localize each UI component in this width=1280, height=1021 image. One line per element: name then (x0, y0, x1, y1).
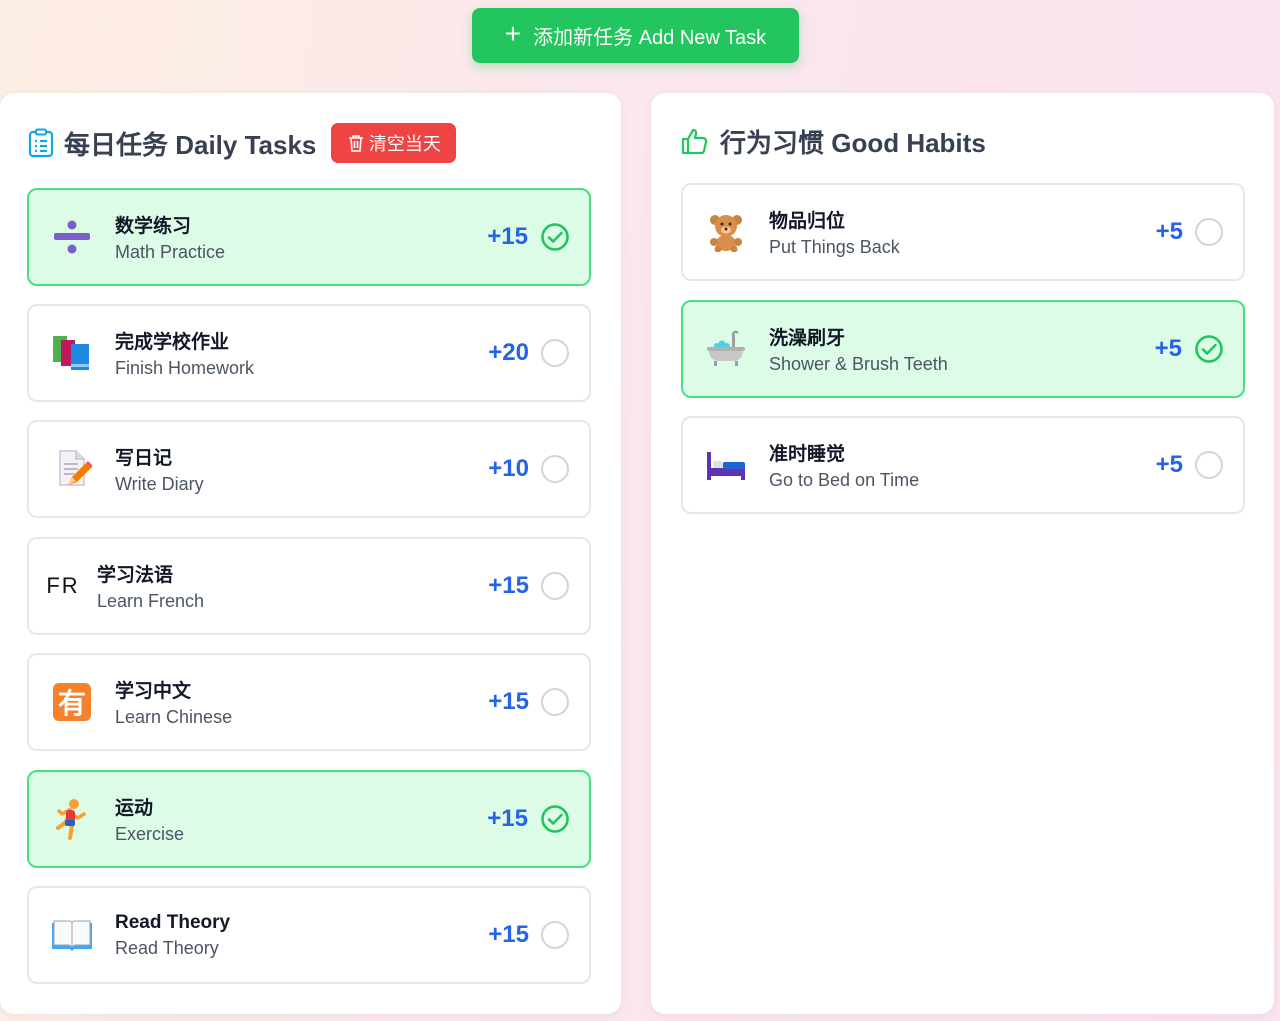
you-character-text: 有 (57, 687, 86, 720)
runner-icon (29, 798, 115, 840)
task-card-finish-homework[interactable]: 完成学校作业 Finish Homework +20 (27, 304, 591, 402)
task-points: +15 (488, 921, 529, 948)
task-points: +15 (488, 572, 529, 599)
add-new-task-label: 添加新任务 Add New Task (533, 27, 767, 49)
check-circle-icon[interactable] (1194, 334, 1224, 364)
empty-circle-icon[interactable] (541, 572, 569, 600)
daily-tasks-panel: 每日任务 Daily Tasks 清空当天 数学练习 Math Practice… (0, 93, 621, 1014)
fr-icon-text: FR (46, 573, 80, 598)
memo-icon (29, 447, 115, 491)
bathtub-icon (683, 329, 769, 369)
divide-icon (29, 217, 115, 257)
task-title-cn: 运动 (115, 798, 154, 819)
empty-circle-icon[interactable] (541, 339, 569, 367)
task-points: +15 (487, 223, 528, 250)
books-icon (29, 334, 115, 372)
teddy-bear-icon (683, 212, 769, 252)
habit-title-cn: 物品归位 (769, 211, 846, 232)
habit-card-shower-brush-teeth[interactable]: 洗澡刷牙 Shower & Brush Teeth +5 (681, 300, 1245, 398)
habit-points: +5 (1155, 451, 1183, 478)
empty-circle-icon[interactable] (1195, 451, 1223, 479)
task-title-en: Write Diary (115, 474, 204, 494)
good-habits-title: 行为习惯 Good Habits (720, 127, 986, 158)
task-title-en: Read Theory (115, 937, 219, 958)
task-card-learn-chinese[interactable]: 有 学习中文 Learn Chinese +15 (27, 653, 591, 751)
fr-icon: FR (29, 573, 97, 599)
trash-icon (348, 135, 363, 152)
habit-points: +5 (1155, 218, 1183, 245)
habit-title-en: Shower & Brush Teeth (769, 354, 948, 374)
daily-tasks-title: 每日任务 Daily Tasks (64, 129, 317, 160)
empty-circle-icon[interactable] (1195, 218, 1223, 246)
you-character-icon: 有 (29, 683, 115, 721)
task-points: +20 (488, 339, 529, 366)
task-card-exercise[interactable]: 运动 Exercise +15 (27, 770, 591, 868)
habit-card-go-to-bed-on-time[interactable]: 准时睡觉 Go to Bed on Time +5 (681, 416, 1245, 514)
thumbs-up-icon (681, 128, 708, 155)
task-points: +15 (487, 805, 528, 832)
task-title-en: Math Practice (115, 242, 226, 262)
good-habits-header: 行为习惯 Good Habits (680, 123, 986, 159)
task-points: +15 (488, 688, 529, 715)
task-title-cn: 完成学校作业 (115, 332, 230, 353)
daily-tasks-header: 每日任务 Daily Tasks 清空当天 (28, 123, 457, 163)
habit-title-en: Go to Bed on Time (769, 470, 920, 490)
task-title-en: Learn Chinese (115, 707, 233, 727)
habit-card-put-things-back[interactable]: 物品归位 Put Things Back +5 (681, 183, 1245, 281)
clipboard-icon (28, 128, 54, 158)
bed-icon (683, 448, 769, 482)
plus-icon: + (504, 18, 522, 49)
check-circle-icon[interactable] (540, 804, 570, 834)
task-title-cn: 数学练习 (115, 216, 192, 237)
task-card-write-diary[interactable]: 写日记 Write Diary +10 (27, 420, 591, 518)
task-title-cn: 学习法语 (97, 565, 174, 586)
empty-circle-icon[interactable] (541, 688, 569, 716)
task-title-cn: Read Theory (115, 911, 231, 933)
check-circle-icon[interactable] (540, 222, 570, 252)
task-title-cn: 学习中文 (115, 681, 192, 702)
empty-circle-icon[interactable] (541, 455, 569, 483)
task-card-math-practice[interactable]: 数学练习 Math Practice +15 (27, 188, 591, 286)
clear-day-button[interactable]: 清空当天 (331, 123, 457, 163)
open-book-icon (29, 917, 115, 953)
task-card-learn-french[interactable]: FR 学习法语 Learn French +15 (27, 537, 591, 635)
add-new-task-button[interactable]: + 添加新任务 Add New Task (472, 8, 799, 63)
habit-title-en: Put Things Back (769, 237, 900, 257)
habit-title-cn: 准时睡觉 (769, 444, 846, 465)
task-title-en: Finish Homework (115, 358, 255, 378)
task-points: +10 (488, 455, 529, 482)
habit-title-cn: 洗澡刷牙 (769, 328, 846, 349)
empty-circle-icon[interactable] (541, 921, 569, 949)
clear-day-label: 清空当天 (368, 134, 441, 154)
task-title-en: Learn French (97, 591, 205, 611)
task-title-en: Exercise (115, 824, 185, 844)
task-title-cn: 写日记 (115, 448, 173, 469)
good-habits-panel: 行为习惯 Good Habits 物品归位 Put Things Back +5… (651, 93, 1274, 1014)
task-card-read-theory[interactable]: Read Theory Read Theory +15 (27, 886, 591, 984)
habit-points: +5 (1154, 335, 1182, 362)
